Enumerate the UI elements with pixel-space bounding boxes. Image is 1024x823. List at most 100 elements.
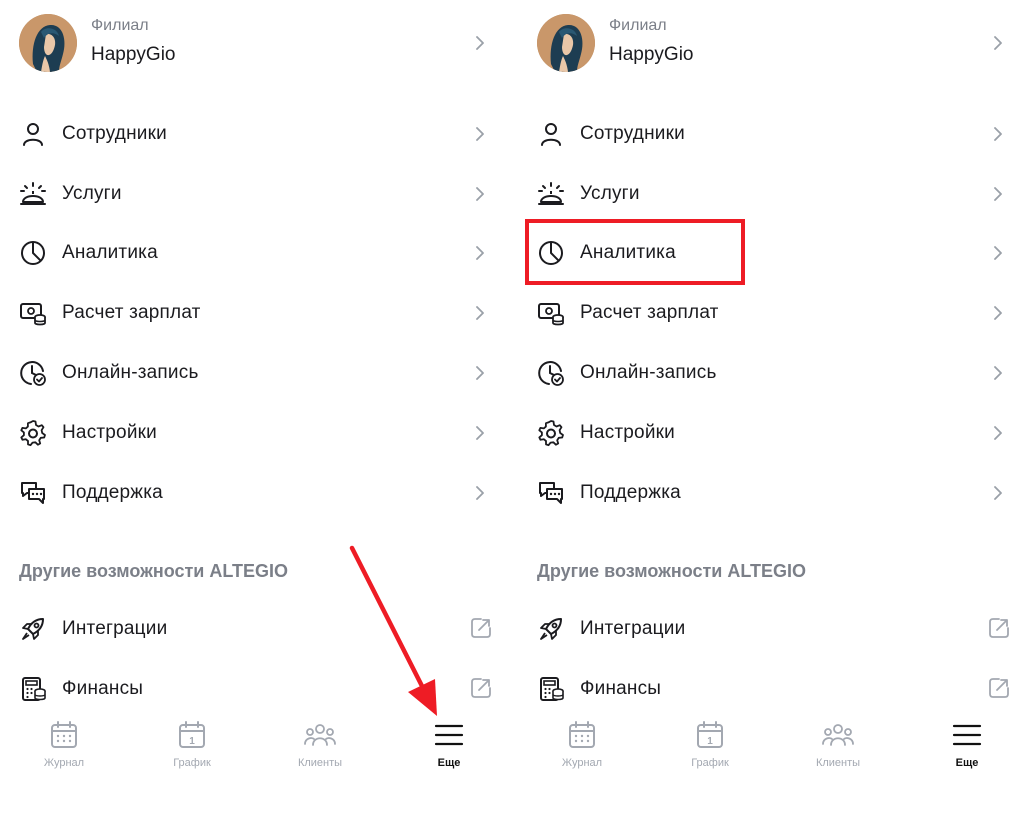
- payroll-icon: [537, 299, 565, 327]
- branch-name: HappyGio: [91, 44, 176, 65]
- menu-item-label: Сотрудники: [62, 123, 167, 144]
- menu-icon: [952, 720, 982, 750]
- tab-label: Еще: [437, 757, 461, 769]
- tab-schedule[interactable]: 1 График: [147, 716, 237, 776]
- tab-label: График: [691, 757, 729, 769]
- branch-name: HappyGio: [609, 44, 694, 65]
- chat-bubbles-icon: [537, 479, 565, 507]
- chevron-right-icon: [475, 187, 485, 201]
- menu-item-label: Онлайн-запись: [62, 362, 199, 383]
- tab-schedule[interactable]: 1 График: [665, 716, 755, 776]
- menu-item-analytics[interactable]: Аналитика: [19, 231, 489, 275]
- bottom-tab-bar: Журнал 1 График Клиенты Еще: [518, 716, 1018, 776]
- tab-label: График: [173, 757, 211, 769]
- tab-journal[interactable]: Журнал: [19, 716, 109, 776]
- menu-item-settings[interactable]: Настройки: [537, 411, 1007, 455]
- chevron-right-icon: [993, 36, 1003, 50]
- chevron-right-icon: [993, 187, 1003, 201]
- tab-clients[interactable]: Клиенты: [275, 716, 365, 776]
- menu-item-integrations[interactable]: Интеграции: [537, 607, 1007, 651]
- menu-item-label: Аналитика: [62, 242, 158, 263]
- menu-item-employees[interactable]: Сотрудники: [19, 112, 489, 156]
- tab-more[interactable]: Еще: [404, 716, 494, 776]
- chevron-right-icon: [475, 246, 485, 260]
- chevron-right-icon: [475, 426, 485, 440]
- tab-clients[interactable]: Клиенты: [793, 716, 883, 776]
- menu-item-label: Расчет зарплат: [580, 302, 719, 323]
- bottom-tab-bar: Журнал 1 График Клиенты Еще: [0, 716, 500, 776]
- user-icon: [537, 120, 565, 148]
- menu-item-support[interactable]: Поддержка: [537, 471, 1007, 515]
- rocket-icon: [537, 615, 565, 643]
- calendar-day-number: 1: [707, 736, 713, 747]
- branch-caption: Филиал: [91, 17, 149, 34]
- gear-icon: [537, 419, 565, 447]
- chevron-right-icon: [475, 36, 485, 50]
- chevron-right-icon: [993, 127, 1003, 141]
- calculator-icon: [19, 675, 47, 703]
- menu-item-services[interactable]: Услуги: [19, 172, 489, 216]
- menu-item-finances[interactable]: Финансы: [537, 667, 1007, 711]
- payroll-icon: [19, 299, 47, 327]
- clock-check-icon: [537, 359, 565, 387]
- menu-item-online-booking[interactable]: Онлайн-запись: [537, 351, 1007, 395]
- people-icon: [303, 720, 337, 750]
- calendar-dots-icon: [49, 720, 79, 750]
- menu-item-settings[interactable]: Настройки: [19, 411, 489, 455]
- tab-more[interactable]: Еще: [922, 716, 1012, 776]
- menu-item-payroll[interactable]: Расчет зарплат: [537, 291, 1007, 335]
- branch-caption: Филиал: [609, 17, 667, 34]
- external-link-icon: [469, 616, 493, 640]
- chevron-right-icon: [475, 486, 485, 500]
- tab-label: Клиенты: [297, 757, 343, 769]
- rocket-icon: [19, 615, 47, 643]
- menu-item-label: Расчет зарплат: [62, 302, 201, 323]
- section-title: Другие возможности ALTEGIO: [537, 561, 807, 581]
- menu-item-label: Сотрудники: [580, 123, 685, 144]
- menu-item-label: Настройки: [580, 422, 675, 443]
- menu-item-label: Финансы: [62, 678, 144, 699]
- tab-label: Клиенты: [815, 757, 861, 769]
- people-icon: [821, 720, 855, 750]
- menu-item-label: Интеграции: [580, 618, 686, 639]
- menu-item-label: Настройки: [62, 422, 157, 443]
- branch-selector[interactable]: Филиал HappyGio: [19, 14, 489, 72]
- chevron-right-icon: [475, 366, 485, 380]
- chevron-right-icon: [475, 306, 485, 320]
- gear-icon: [19, 419, 47, 447]
- menu-item-label: Финансы: [580, 678, 662, 699]
- calendar-day-icon: 1: [695, 720, 725, 750]
- tab-label: Еще: [955, 757, 979, 769]
- chevron-right-icon: [993, 366, 1003, 380]
- menu-item-label: Поддержка: [580, 482, 681, 503]
- calendar-day-number: 1: [189, 736, 195, 747]
- menu-icon: [434, 720, 464, 750]
- external-link-icon: [987, 676, 1011, 700]
- chevron-right-icon: [993, 306, 1003, 320]
- calendar-dots-icon: [567, 720, 597, 750]
- menu-item-support[interactable]: Поддержка: [19, 471, 489, 515]
- tab-journal[interactable]: Журнал: [537, 716, 627, 776]
- calculator-icon: [537, 675, 565, 703]
- chevron-right-icon: [475, 127, 485, 141]
- service-bell-icon: [19, 180, 47, 208]
- menu-item-payroll[interactable]: Расчет зарплат: [19, 291, 489, 335]
- highlight-frame: [525, 219, 745, 285]
- chevron-right-icon: [993, 486, 1003, 500]
- pointer-arrow: [349, 545, 437, 716]
- menu-panel-right: Филиал HappyGio Сотрудники Услуги Аналит…: [518, 0, 1018, 823]
- menu-item-label: Поддержка: [62, 482, 163, 503]
- tab-label: Журнал: [43, 757, 85, 769]
- calendar-day-icon: 1: [177, 720, 207, 750]
- user-icon: [19, 120, 47, 148]
- clock-check-icon: [19, 359, 47, 387]
- menu-item-label: Интеграции: [62, 618, 168, 639]
- menu-item-employees[interactable]: Сотрудники: [537, 112, 1007, 156]
- menu-item-online-booking[interactable]: Онлайн-запись: [19, 351, 489, 395]
- branch-selector[interactable]: Филиал HappyGio: [537, 14, 1007, 72]
- chevron-right-icon: [993, 246, 1003, 260]
- menu-item-services[interactable]: Услуги: [537, 172, 1007, 216]
- branch-avatar: [19, 14, 77, 72]
- pie-chart-icon: [19, 239, 47, 267]
- service-bell-icon: [537, 180, 565, 208]
